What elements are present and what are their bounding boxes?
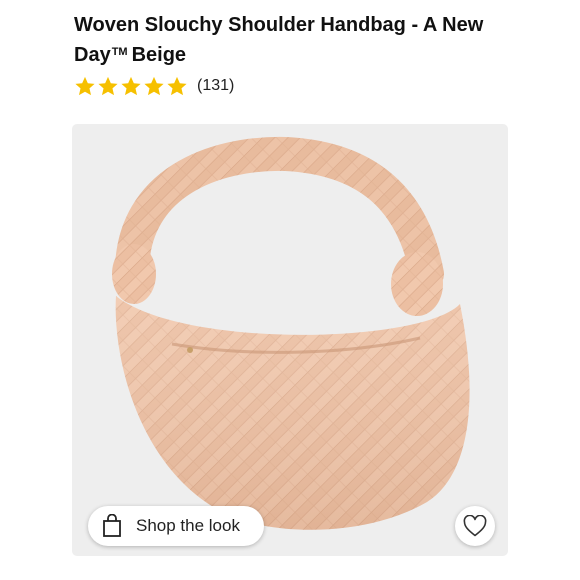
handbag-image (112, 136, 470, 530)
star-icon (143, 76, 165, 97)
review-count[interactable]: (131) (197, 77, 234, 95)
shopping-bag-icon (103, 514, 121, 537)
star-icon (166, 76, 188, 97)
product-rating[interactable]: (131) (74, 74, 234, 98)
star-icon (97, 76, 119, 97)
star-icon (74, 76, 96, 97)
shop-the-look-label: Shop the look (136, 516, 240, 535)
star-icon (120, 76, 142, 97)
trademark-symbol: TM (111, 46, 128, 58)
shop-the-look-button[interactable]: Shop the look (88, 506, 264, 546)
favorite-button[interactable] (455, 506, 495, 546)
rating-stars (74, 76, 188, 97)
heart-icon (463, 515, 487, 537)
product-title: Woven Slouchy Shoulder Handbag - A New D… (74, 12, 544, 69)
product-title-suffix: Beige (131, 44, 187, 66)
product-image[interactable] (72, 124, 508, 556)
